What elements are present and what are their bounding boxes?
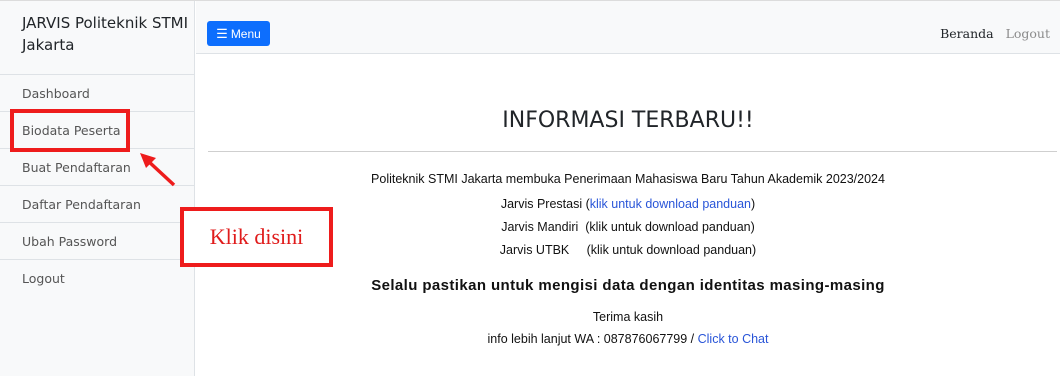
sidebar-item-daftar-pendaftaran[interactable]: Daftar Pendaftaran [0, 186, 194, 223]
annotation-label-box: Klik disini [180, 207, 333, 267]
menu-button-label: Menu [230, 26, 261, 41]
download-panduan-prestasi-link[interactable]: klik untuk download panduan [590, 197, 751, 211]
jalur-prestasi-name: Jarvis Prestasi [500, 197, 583, 211]
sidebar-item-ubah-password[interactable]: Ubah Password [0, 223, 194, 260]
navbar-links: Beranda Logout [940, 26, 1050, 41]
whatsapp-info-text: info lebih lanjut WA : 087876067799 / [487, 332, 698, 346]
hamburger-icon: ☰ [216, 26, 228, 41]
jalur-utbk-name: Jarvis UTBK [499, 243, 570, 257]
top-navbar: ☰ Menu Beranda Logout [196, 1, 1060, 54]
page-title: INFORMASI TERBARU!! [502, 108, 754, 133]
sidebar-item-dashboard[interactable]: Dashboard [0, 75, 194, 112]
annotation-arrow-icon [140, 153, 176, 187]
download-panduan-mandiri-link[interactable]: klik untuk download panduan [589, 220, 750, 234]
thanks-text: Terima kasih [592, 310, 664, 324]
sidebar-item-logout[interactable]: Logout [0, 260, 194, 297]
nav-link-logout[interactable]: Logout [1006, 26, 1050, 41]
nav-link-beranda[interactable]: Beranda [940, 26, 994, 41]
reminder-text: Selalu pastikan untuk mengisi data denga… [371, 277, 885, 294]
announcement-text: Politeknik STMI Jakarta membuka Penerima… [371, 172, 885, 186]
annotation-highlight-box [10, 109, 130, 152]
title-divider [208, 151, 1057, 152]
click-to-chat-link[interactable]: Click to Chat [698, 332, 769, 346]
jalur-mandiri-name: Jarvis Mandiri [501, 220, 579, 234]
whatsapp-info-row: info lebih lanjut WA : 087876067799 / Cl… [196, 332, 1060, 346]
sidebar-brand[interactable]: JARVIS Politeknik STMI Jakarta [0, 1, 194, 75]
annotation-label: Klik disini [209, 224, 304, 249]
download-panduan-utbk-link[interactable]: klik untuk download panduan [591, 243, 752, 257]
menu-button[interactable]: ☰ Menu [207, 21, 270, 46]
